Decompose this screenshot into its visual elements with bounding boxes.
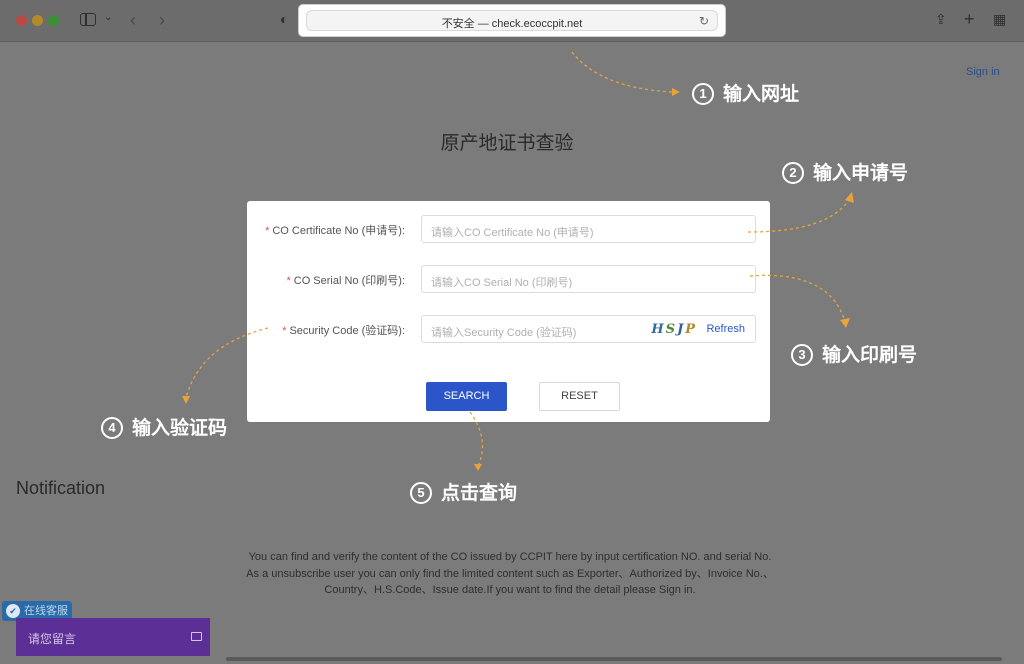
chat-bubble-icon: ✔ [6,604,20,618]
annotation-3: 3 输入印刷号 [791,340,917,367]
tab-overview-icon[interactable]: ▦ [993,12,1006,26]
reload-icon[interactable]: ↻ [699,14,709,28]
annotation-4: 4 输入验证码 [101,413,227,440]
security-code-input[interactable]: 请输入Security Code (验证码) HSJP Refresh [421,315,756,343]
maximize-window-button[interactable] [48,15,59,26]
chevron-down-icon[interactable]: ⌄ [104,13,112,23]
reset-button[interactable]: RESET [539,382,620,411]
code-label: * Security Code (验证码): [282,325,405,337]
page-title: 原产地证书查验 [440,133,574,154]
signin-link[interactable]: Sign in [966,66,1000,78]
serial-label: * CO Serial No (印刷号): [286,275,405,287]
notification-title: Notification [16,478,106,498]
captcha-image: HSJP [651,322,697,337]
minimize-window-button[interactable] [32,15,43,26]
forward-icon[interactable]: › [159,11,165,29]
address-bar[interactable]: 不安全 — check.ecoccpit.net ↻ [299,5,725,36]
refresh-captcha-link[interactable]: Refresh [706,323,745,335]
horizontal-scrollbar[interactable] [226,657,1002,661]
annotation-2: 2 输入申请号 [782,158,908,185]
search-button[interactable]: SEARCH [426,382,507,411]
close-window-button[interactable] [16,15,27,26]
privacy-shield-icon[interactable]: ◐ [280,12,288,26]
search-form-card: * CO Certificate No (申请号): 请输入CO Certific… [247,201,770,422]
annotation-5: 5 点击查询 [410,478,517,505]
leave-message-box[interactable]: 请您留言 [16,618,210,656]
browser-toolbar: ⌄ ‹ › ◐ 不安全 — check.ecoccpit.net ↻ ⇪ + ▦ [0,0,1024,42]
cert-input[interactable]: 请输入CO Certificate No (申请号) [421,215,756,243]
sidebar-icon[interactable] [80,13,96,26]
annotation-1: 1 输入网址 [692,79,799,106]
serial-input[interactable]: 请输入CO Serial No (印刷号) [421,265,756,293]
share-icon[interactable]: ⇪ [935,12,947,26]
notification-text: You can find and verify the content of t… [246,551,774,596]
address-text: 不安全 — check.ecoccpit.net [441,18,583,30]
back-icon[interactable]: ‹ [130,11,136,29]
new-tab-icon[interactable]: + [964,10,975,28]
cert-label: * CO Certificate No (申请号): [265,225,405,237]
expand-icon[interactable] [191,632,202,641]
